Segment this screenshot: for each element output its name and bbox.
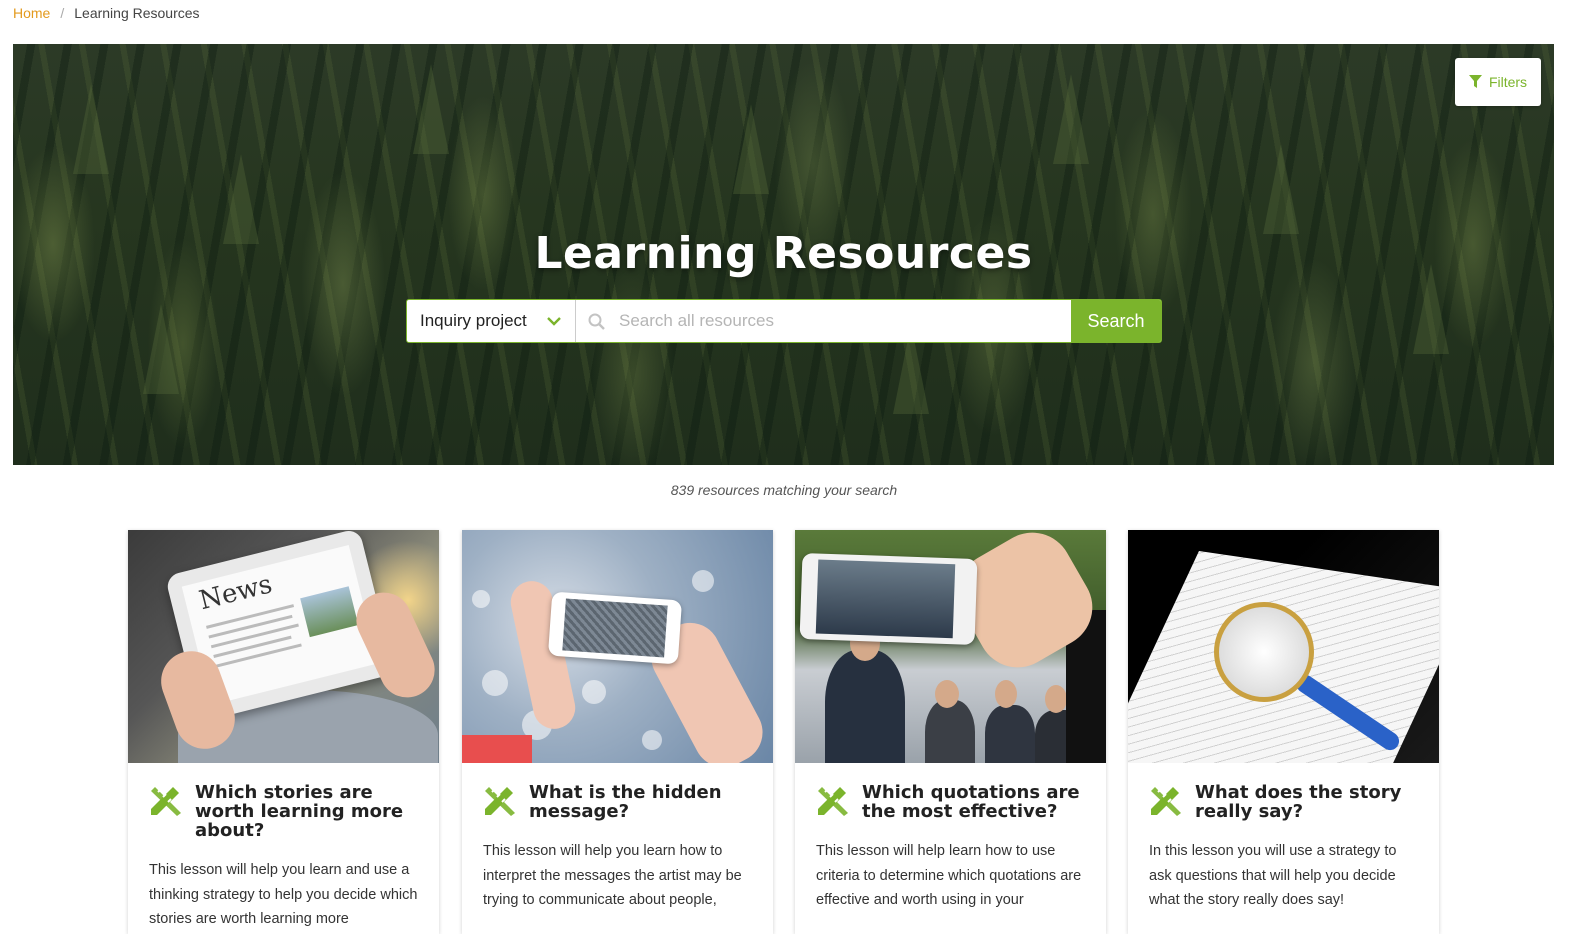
magnifier-newspaper-image xyxy=(1128,530,1439,763)
news-image-text: News xyxy=(196,569,276,617)
card-description: This lesson will help you learn and use … xyxy=(149,862,418,927)
tree-decoration xyxy=(143,304,179,394)
search-bar: Inquiry project Search xyxy=(406,299,1162,343)
tree-decoration xyxy=(73,84,109,174)
pencil-ruler-icon xyxy=(1151,787,1181,816)
card-description: This lesson will help you learn how to i… xyxy=(483,843,742,908)
filter-icon xyxy=(1468,75,1482,88)
phone-photo-image xyxy=(462,530,773,763)
hero-banner: Filters Learning Resources Inquiry proje… xyxy=(13,44,1554,465)
phone-speaker-image xyxy=(795,530,1106,763)
page-title: Learning Resources xyxy=(534,228,1033,279)
card-title[interactable]: Which stories are worth learning more ab… xyxy=(195,783,419,840)
card-description: This lesson will help learn how to use c… xyxy=(816,843,1082,908)
breadcrumb: Home / Learning Resources xyxy=(13,4,200,22)
card-description: In this lesson you will use a strategy t… xyxy=(1149,843,1397,908)
tree-decoration xyxy=(733,104,769,194)
filters-label: Filters xyxy=(1488,74,1528,90)
tree-decoration xyxy=(1053,74,1089,164)
card-title[interactable]: What is the hidden message? xyxy=(529,783,753,821)
breadcrumb-current: Learning Resources xyxy=(74,5,200,21)
search-button[interactable]: Search xyxy=(1071,300,1161,342)
category-select-value: Inquiry project xyxy=(420,311,527,330)
result-count: 839 resources matching your search xyxy=(670,482,898,498)
search-icon xyxy=(588,313,605,330)
card-title[interactable]: Which quotations are the most effective? xyxy=(862,783,1086,821)
search-input[interactable] xyxy=(617,300,1071,342)
tree-decoration xyxy=(1263,144,1299,234)
tablet-news-image: News xyxy=(128,530,439,763)
breadcrumb-separator: / xyxy=(60,5,65,21)
resource-card[interactable]: What is the hidden message? This lesson … xyxy=(462,530,773,934)
tree-decoration xyxy=(413,64,449,154)
pencil-ruler-icon xyxy=(818,787,848,816)
resource-card[interactable]: News Which stories are worth learning mo… xyxy=(128,530,439,934)
pencil-ruler-icon xyxy=(485,787,515,816)
card-title[interactable]: What does the story really say? xyxy=(1195,783,1419,821)
resource-card[interactable]: Which quotations are the most effective?… xyxy=(795,530,1106,934)
chevron-down-icon xyxy=(547,317,561,326)
breadcrumb-home-link[interactable]: Home xyxy=(13,5,50,21)
resource-card[interactable]: What does the story really say? In this … xyxy=(1128,530,1439,934)
category-select[interactable]: Inquiry project xyxy=(407,300,576,342)
pencil-ruler-icon xyxy=(151,787,181,816)
search-input-wrap xyxy=(576,300,1071,342)
filters-button[interactable]: Filters xyxy=(1455,58,1541,106)
